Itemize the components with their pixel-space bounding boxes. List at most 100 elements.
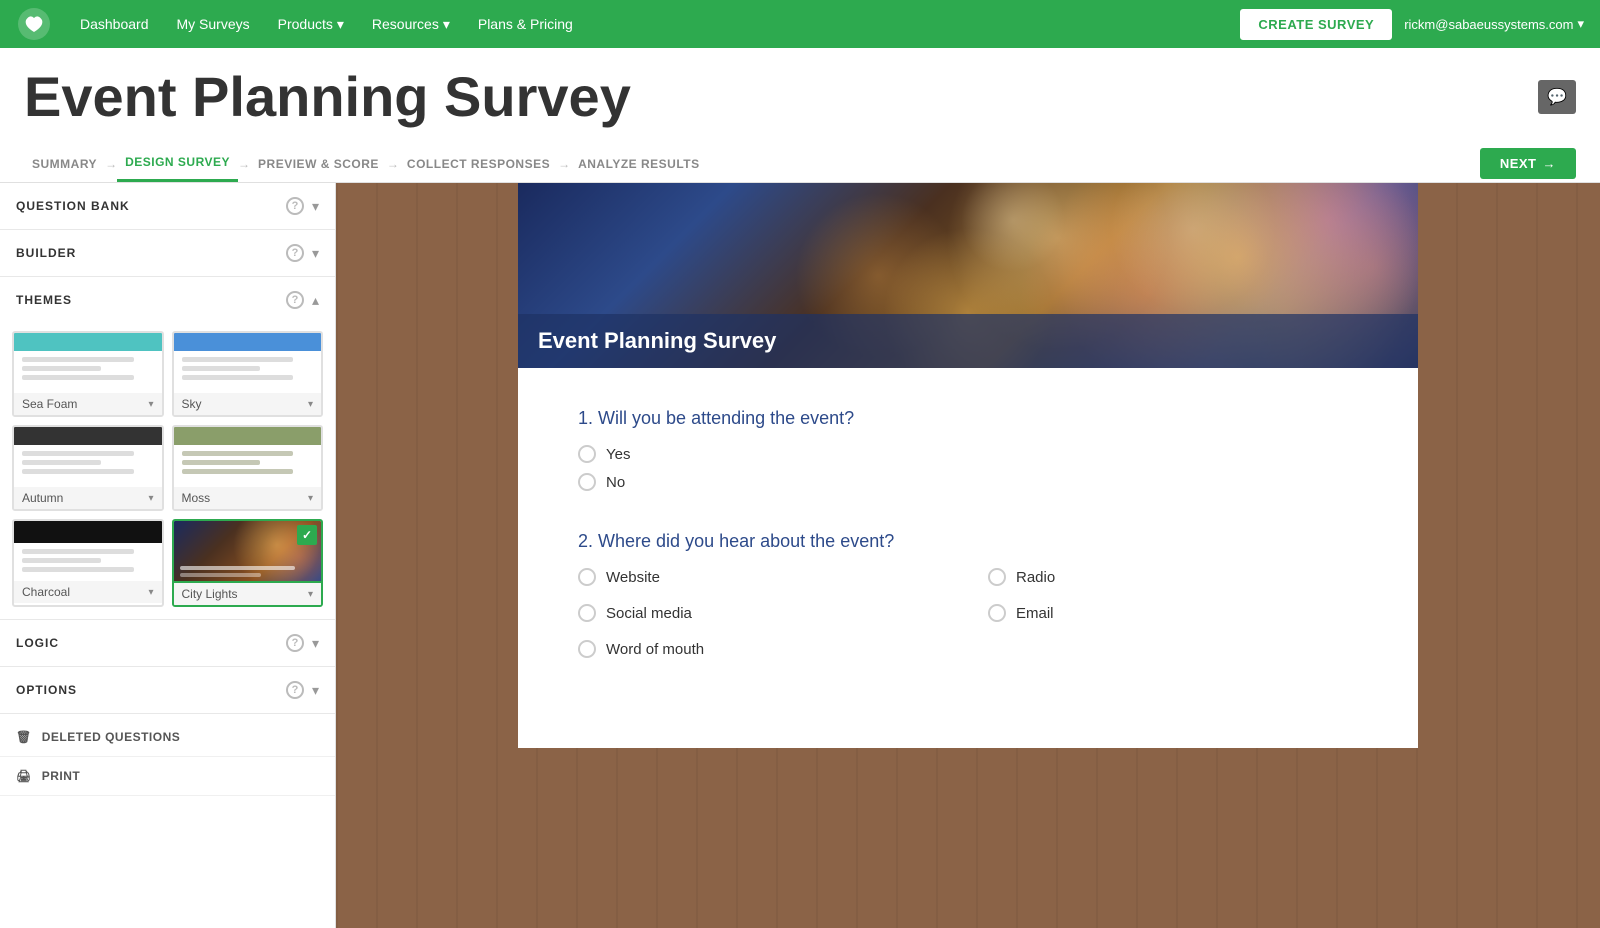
chevron-down-icon: ▾ <box>308 493 313 504</box>
q2-options-grid: Website Radio Social media Email <box>578 568 1358 668</box>
user-account[interactable]: rickm@sabaeussystems.com ▾ <box>1404 16 1584 32</box>
breadcrumb-nav: SUMMARY → DESIGN SURVEY → PREVIEW & SCOR… <box>24 145 708 182</box>
themes-grid: Sea Foam ▾ Sky <box>0 323 335 619</box>
breadcrumb-summary[interactable]: SUMMARY <box>24 147 105 181</box>
nav-products[interactable]: Products ▾ <box>266 8 356 41</box>
arrow-right-icon: → <box>1543 156 1557 171</box>
deleted-questions-button[interactable]: 🗑 DELETED QUESTIONS <box>0 718 335 757</box>
sidebar-bottom: 🗑 DELETED QUESTIONS 🖨 PRINT <box>0 714 335 800</box>
trash-icon: 🗑 <box>16 730 32 744</box>
print-icon: 🖨 <box>16 769 32 783</box>
theme-moss-label: Moss <box>182 491 211 505</box>
radio-radio[interactable] <box>988 568 1006 586</box>
theme-moss[interactable]: Moss ▾ <box>172 425 324 511</box>
q2-option-word-of-mouth: Word of mouth <box>578 640 948 658</box>
chevron-down-icon: ▾ <box>1577 16 1584 32</box>
sidebar: QUESTION BANK ? ▾ BUILDER ? ▾ THEMES <box>0 183 336 928</box>
chevron-down-icon: ▾ <box>308 399 313 410</box>
theme-seafoam[interactable]: Sea Foam ▾ <box>12 331 164 417</box>
q2-option-website: Website <box>578 568 948 586</box>
nav-plans-pricing[interactable]: Plans & Pricing <box>466 8 585 40</box>
theme-charcoal-label: Charcoal <box>22 585 70 599</box>
radio-social-media[interactable] <box>578 604 596 622</box>
comment-icon: 💬 <box>1547 87 1567 107</box>
theme-seafoam-label: Sea Foam <box>22 397 77 411</box>
section-question-bank: QUESTION BANK ? ▾ <box>0 183 335 230</box>
q2-option-radio: Radio <box>988 568 1358 586</box>
question-2-text: 2. Where did you hear about the event? <box>578 531 1358 552</box>
breadcrumb-preview-score[interactable]: PREVIEW & SCORE <box>250 147 387 181</box>
chevron-down-icon: ▾ <box>312 682 319 699</box>
chevron-down-icon: ▾ <box>312 245 319 262</box>
section-options: OPTIONS ? ▾ <box>0 667 335 714</box>
arrow-icon: → <box>105 157 117 171</box>
theme-charcoal[interactable]: Charcoal ▾ <box>12 519 164 607</box>
radio-email[interactable] <box>988 604 1006 622</box>
page-header: Event Planning Survey 💬 SUMMARY → DESIGN… <box>0 48 1600 183</box>
question-2-block: 2. Where did you hear about the event? W… <box>578 531 1358 668</box>
chevron-down-icon: ▾ <box>308 589 313 600</box>
q1-option-no: No <box>578 473 1358 491</box>
radio-yes[interactable] <box>578 445 596 463</box>
logo[interactable] <box>16 6 52 42</box>
arrow-icon: → <box>387 157 399 171</box>
theme-sky-label: Sky <box>182 397 202 411</box>
radio-word-of-mouth[interactable] <box>578 640 596 658</box>
arrow-icon: → <box>238 157 250 171</box>
section-builder: BUILDER ? ▾ <box>0 230 335 277</box>
breadcrumb-collect-responses[interactable]: COLLECT RESPONSES <box>399 147 558 181</box>
chevron-down-icon: ▾ <box>337 16 344 33</box>
help-icon[interactable]: ? <box>286 244 304 262</box>
radio-no[interactable] <box>578 473 596 491</box>
section-question-bank-header[interactable]: QUESTION BANK ? ▾ <box>0 183 335 229</box>
chevron-down-icon: ▾ <box>443 16 450 33</box>
chevron-up-icon: ▴ <box>312 292 319 309</box>
nav-my-surveys[interactable]: My Surveys <box>165 8 262 40</box>
chevron-down-icon: ▾ <box>148 587 153 598</box>
help-icon[interactable]: ? <box>286 197 304 215</box>
section-options-header[interactable]: OPTIONS ? ▾ <box>0 667 335 713</box>
radio-website[interactable] <box>578 568 596 586</box>
survey-preview-title: Event Planning Survey <box>518 314 1418 368</box>
chevron-down-icon: ▾ <box>312 198 319 215</box>
page-title: Event Planning Survey <box>24 64 631 129</box>
chevron-down-icon: ▾ <box>148 493 153 504</box>
section-themes-header[interactable]: THEMES ? ▴ <box>0 277 335 323</box>
help-icon[interactable]: ? <box>286 291 304 309</box>
breadcrumb-analyze-results[interactable]: ANALYZE RESULTS <box>570 147 708 181</box>
comment-button[interactable]: 💬 <box>1538 80 1576 114</box>
arrow-icon: → <box>558 157 570 171</box>
nav-dashboard[interactable]: Dashboard <box>68 8 161 40</box>
main-layout: QUESTION BANK ? ▾ BUILDER ? ▾ THEMES <box>0 183 1600 928</box>
q2-option-email: Email <box>988 604 1358 622</box>
theme-autumn[interactable]: Autumn ▾ <box>12 425 164 511</box>
question-1-text: 1. Will you be attending the event? <box>578 408 1358 429</box>
top-navigation: Dashboard My Surveys Products ▾ Resource… <box>0 0 1600 48</box>
section-logic: LOGIC ? ▾ <box>0 620 335 667</box>
help-icon[interactable]: ? <box>286 681 304 699</box>
create-survey-button[interactable]: CREATE SURVEY <box>1240 9 1392 40</box>
theme-autumn-label: Autumn <box>22 491 63 505</box>
selected-check-icon: ✓ <box>297 525 317 545</box>
nav-links: Dashboard My Surveys Products ▾ Resource… <box>68 8 1240 41</box>
print-button[interactable]: 🖨 PRINT <box>0 757 335 796</box>
survey-body: 1. Will you be attending the event? Yes … <box>518 368 1418 748</box>
survey-header-image: Event Planning Survey <box>518 183 1418 368</box>
section-builder-header[interactable]: BUILDER ? ▾ <box>0 230 335 276</box>
breadcrumb-design-survey[interactable]: DESIGN SURVEY <box>117 145 238 182</box>
nav-right: CREATE SURVEY rickm@sabaeussystems.com ▾ <box>1240 9 1584 40</box>
survey-canvas: Event Planning Survey 1. Will you be att… <box>336 183 1600 928</box>
theme-sky[interactable]: Sky ▾ <box>172 331 324 417</box>
next-button[interactable]: NEXT → <box>1480 148 1576 179</box>
help-icon[interactable]: ? <box>286 634 304 652</box>
question-1-block: 1. Will you be attending the event? Yes … <box>578 408 1358 491</box>
chevron-down-icon: ▾ <box>312 635 319 652</box>
nav-resources[interactable]: Resources ▾ <box>360 8 462 41</box>
section-logic-header[interactable]: LOGIC ? ▾ <box>0 620 335 666</box>
q1-option-yes: Yes <box>578 445 1358 463</box>
theme-city-lights[interactable]: ✓ City Lights ▾ <box>172 519 324 607</box>
survey-preview: Event Planning Survey 1. Will you be att… <box>518 183 1418 748</box>
q2-option-social-media: Social media <box>578 604 948 622</box>
section-themes: THEMES ? ▴ <box>0 277 335 620</box>
chevron-down-icon: ▾ <box>148 399 153 410</box>
